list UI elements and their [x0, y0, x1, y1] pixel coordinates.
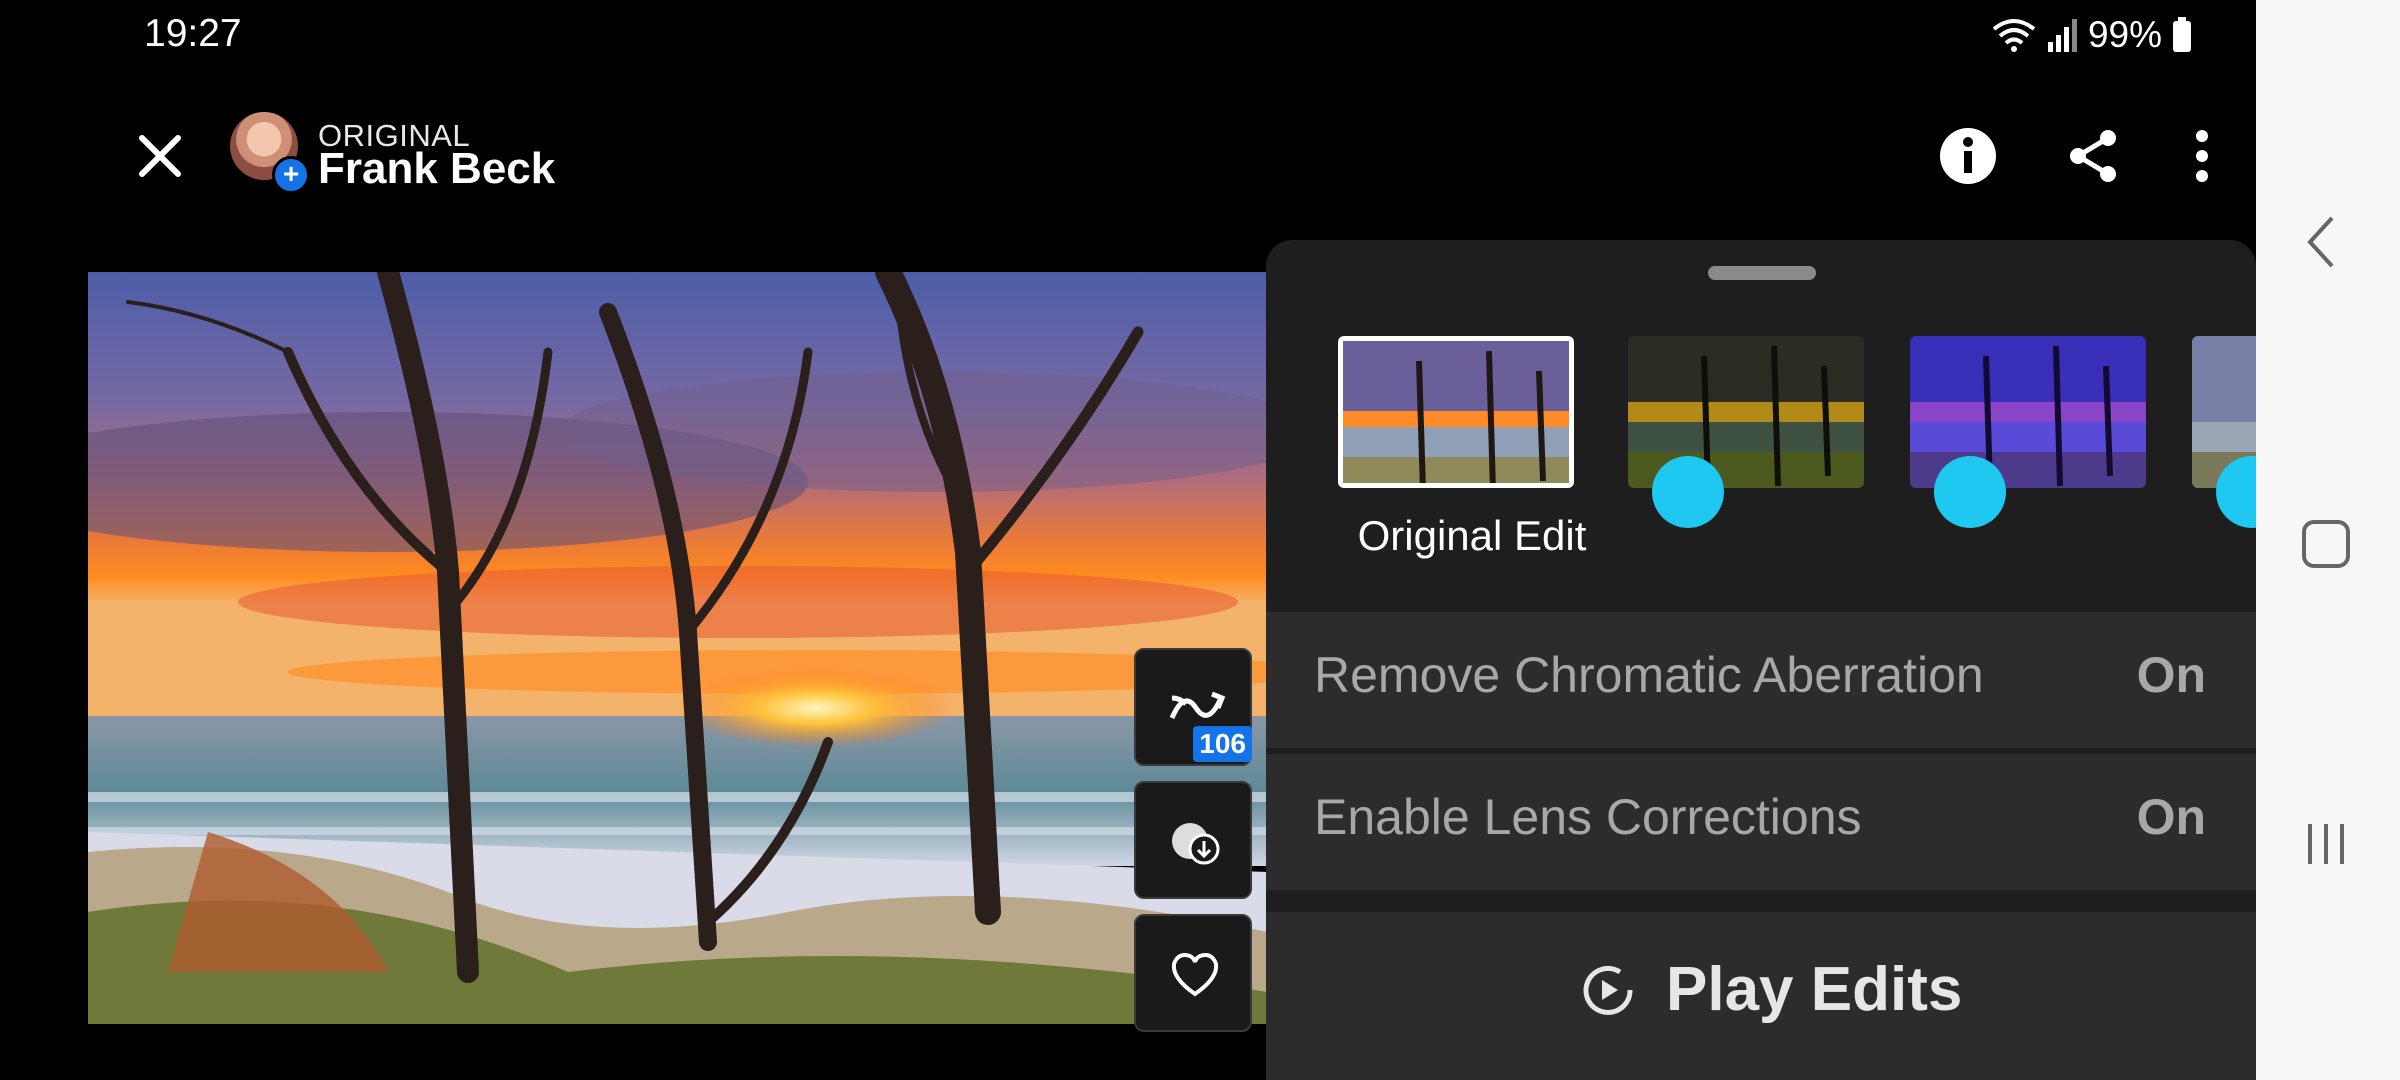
edit-marker-icon [1652, 456, 1724, 528]
play-circle-icon [1583, 965, 1633, 1015]
setting-label: Enable Lens Corrections [1314, 789, 1862, 845]
remix-count-badge: 106 [1193, 726, 1252, 762]
status-icons: 99% [1992, 14, 2192, 56]
owner-name[interactable]: Frank Beck [318, 144, 555, 194]
setting-row-lens-corrections[interactable]: Enable Lens Corrections On [1266, 754, 2256, 890]
wifi-icon [1992, 19, 2036, 52]
system-nav-bar [2256, 0, 2400, 1080]
info-icon[interactable] [1936, 124, 2000, 188]
follow-plus-icon[interactable]: + [272, 156, 310, 194]
edits-panel: Original Edit Remove Chromatic Aberratio… [1266, 240, 2256, 1080]
download-icon [1172, 823, 1220, 865]
app-screen: 19:27 99% + ORIGINAL Frank Beck 106 Orig… [0, 0, 2256, 1080]
close-icon[interactable] [130, 126, 190, 186]
remix-button[interactable]: 106 [1134, 648, 1252, 766]
share-icon[interactable] [2062, 124, 2126, 188]
recents-icon[interactable] [2302, 820, 2350, 868]
version-thumbnail-original[interactable] [1338, 336, 1574, 488]
battery-level: 99% [2087, 14, 2162, 55]
setting-row-chromatic-aberration[interactable]: Remove Chromatic Aberration On [1266, 612, 2256, 748]
play-edits-button[interactable]: Play Edits [1266, 912, 2256, 1080]
setting-value: On [2136, 789, 2206, 845]
more-vertical-icon[interactable] [2170, 124, 2234, 188]
download-button[interactable] [1134, 781, 1252, 899]
version-label-original: Original Edit [1357, 512, 1587, 559]
play-edits-label: Play Edits [1666, 955, 1963, 1024]
heart-icon [1171, 953, 1219, 997]
setting-label: Remove Chromatic Aberration [1314, 647, 1984, 703]
photo-preview[interactable] [88, 272, 1268, 1024]
setting-value: On [2136, 647, 2206, 703]
drag-handle[interactable] [1708, 266, 1816, 280]
back-icon[interactable] [2302, 212, 2342, 272]
home-icon[interactable] [2300, 518, 2352, 570]
favorite-button[interactable] [1134, 914, 1252, 1032]
edit-marker-icon [1934, 456, 2006, 528]
signal-icon [2047, 19, 2077, 52]
status-time: 19:27 [144, 12, 242, 55]
battery-icon [2173, 17, 2191, 52]
